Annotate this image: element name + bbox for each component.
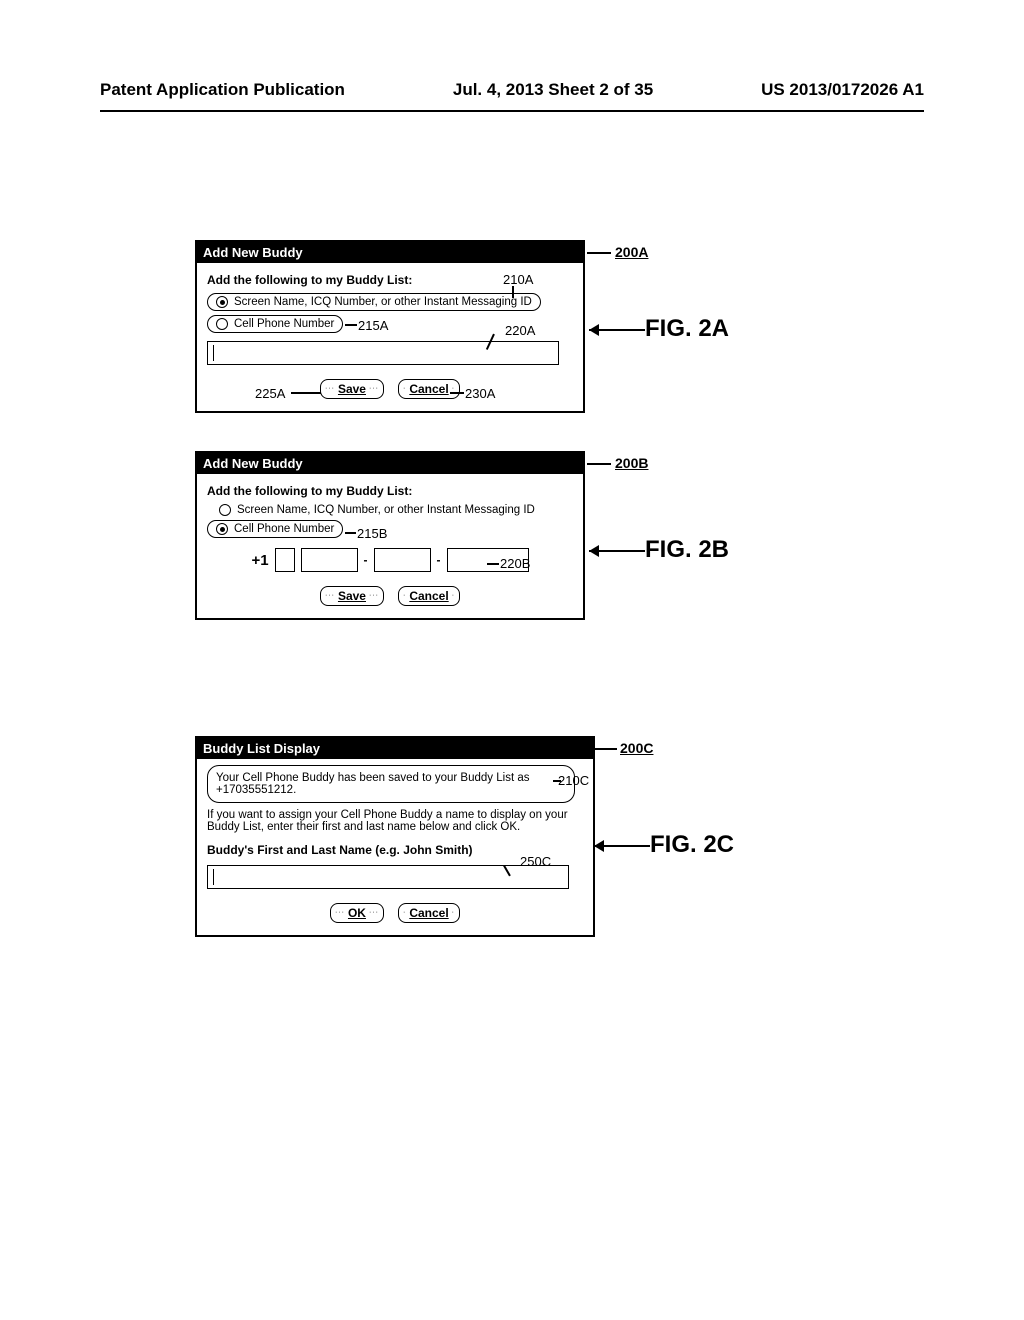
buddy-display-dialog: Buddy List Display Your Cell Phone Buddy… <box>195 736 595 937</box>
save-button[interactable]: ··· Save ··· <box>320 586 384 606</box>
dialog-title: Add New Buddy <box>197 242 583 263</box>
header-left: Patent Application Publication <box>100 80 345 100</box>
radio-cellphone[interactable]: Cell Phone Number <box>207 520 343 538</box>
dots-icon: ··· <box>369 594 379 598</box>
prompt-text: Add the following to my Buddy List: <box>207 484 573 498</box>
dash-icon: - <box>364 553 368 567</box>
radio-cellphone[interactable]: Cell Phone Number <box>207 315 343 333</box>
figure-label-2c: FIG. 2C <box>650 831 734 859</box>
lead-line <box>345 324 357 326</box>
refnum-200c: 200C <box>620 740 653 756</box>
cancel-button[interactable]: · Cancel · <box>398 903 460 923</box>
ok-label: OK <box>348 906 366 920</box>
dots-icon: ··· <box>325 387 335 391</box>
callout-210c: 210C <box>558 773 589 788</box>
radio-on-icon <box>216 296 228 308</box>
dialog-title: Add New Buddy <box>197 453 583 474</box>
button-row: ··· Save ··· · Cancel · <box>207 586 573 606</box>
instruction-text: If you want to assign your Cell Phone Bu… <box>207 809 577 833</box>
figure-label-2b: FIG. 2B <box>645 536 729 564</box>
header-right: US 2013/0172026 A1 <box>761 80 924 100</box>
dots-icon: ··· <box>335 911 345 915</box>
figure-label-2a: FIG. 2A <box>645 315 729 343</box>
lead-line <box>553 780 561 782</box>
lead-line <box>512 286 514 298</box>
text-cursor-icon <box>213 345 214 361</box>
phone-seg-3[interactable] <box>374 548 431 572</box>
dots-icon: ··· <box>369 387 379 391</box>
cancel-button[interactable]: · Cancel · <box>398 586 460 606</box>
ok-button[interactable]: ··· OK ··· <box>330 903 384 923</box>
callout-215a: 215A <box>358 318 388 333</box>
notice-text: Your Cell Phone Buddy has been saved to … <box>216 772 529 796</box>
cancel-label: Cancel <box>409 906 448 920</box>
radio-cellphone-label: Cell Phone Number <box>234 523 334 535</box>
button-row: ··· OK ··· · Cancel · <box>207 903 583 923</box>
cancel-label: Cancel <box>409 382 448 396</box>
save-label: Save <box>338 589 366 603</box>
dots-icon: · <box>403 594 406 598</box>
dialog-body: Add the following to my Buddy List: Scre… <box>197 474 583 618</box>
phone-seg-1[interactable] <box>275 548 295 572</box>
text-cursor-icon <box>213 869 214 885</box>
patent-sheet: Patent Application Publication Jul. 4, 2… <box>0 0 1024 1320</box>
lead-line <box>587 463 611 465</box>
dialog-title: Buddy List Display <box>197 738 593 759</box>
dots-icon: · <box>452 911 455 915</box>
dialog-body: Your Cell Phone Buddy has been saved to … <box>197 759 593 935</box>
fig-2a-block: Add New Buddy Add the following to my Bu… <box>195 240 895 425</box>
drawing-area: Add New Buddy Add the following to my Bu… <box>195 240 895 992</box>
header-center: Jul. 4, 2013 Sheet 2 of 35 <box>453 80 653 100</box>
radio-screenname-label: Screen Name, ICQ Number, or other Instan… <box>234 296 532 308</box>
header-rule <box>100 110 924 112</box>
dots-icon: · <box>452 387 455 391</box>
radio-on-icon <box>216 523 228 535</box>
saved-notice: Your Cell Phone Buddy has been saved to … <box>207 765 575 803</box>
lead-line <box>345 532 356 534</box>
phone-seg-2[interactable] <box>301 548 358 572</box>
dots-icon: · <box>403 387 406 391</box>
cancel-button[interactable]: · Cancel · <box>398 379 460 399</box>
callout-250c: 250C <box>520 854 551 869</box>
radio-screenname-label: Screen Name, ICQ Number, or other Instan… <box>237 504 535 516</box>
buddy-name-input[interactable] <box>207 865 569 889</box>
dots-icon: · <box>403 911 406 915</box>
lead-line <box>487 563 499 565</box>
country-code: +1 <box>251 552 268 569</box>
fig-2c-block: Buddy List Display Your Cell Phone Buddy… <box>195 736 895 966</box>
lead-line <box>450 392 464 394</box>
radio-screenname[interactable]: Screen Name, ICQ Number, or other Instan… <box>219 504 573 516</box>
dots-icon: ··· <box>369 911 379 915</box>
radio-off-icon <box>219 504 231 516</box>
radio-off-icon <box>216 318 228 330</box>
buddy-input[interactable] <box>207 341 559 365</box>
callout-230a: 230A <box>465 386 495 401</box>
callout-225a: 225A <box>255 386 285 401</box>
lead-line <box>595 748 617 750</box>
radio-cellphone-label: Cell Phone Number <box>234 318 334 330</box>
fig-2b-block: Add New Buddy Add the following to my Bu… <box>195 451 895 636</box>
add-buddy-dialog-b: Add New Buddy Add the following to my Bu… <box>195 451 585 620</box>
page-header: Patent Application Publication Jul. 4, 2… <box>100 80 924 100</box>
lead-line <box>291 392 321 394</box>
dots-icon: ··· <box>325 594 335 598</box>
refnum-200b: 200B <box>615 455 648 471</box>
radio-screenname[interactable]: Screen Name, ICQ Number, or other Instan… <box>207 293 541 311</box>
callout-215b: 215B <box>357 526 387 541</box>
dash-icon: - <box>437 553 441 567</box>
cancel-label: Cancel <box>409 589 448 603</box>
refnum-200a: 200A <box>615 244 648 260</box>
callout-220b: 220B <box>500 556 530 571</box>
dots-icon: · <box>452 594 455 598</box>
callout-220a: 220A <box>505 323 535 338</box>
save-button[interactable]: ··· Save ··· <box>320 379 384 399</box>
save-label: Save <box>338 382 366 396</box>
lead-line <box>587 252 611 254</box>
callout-210a: 210A <box>503 272 533 287</box>
